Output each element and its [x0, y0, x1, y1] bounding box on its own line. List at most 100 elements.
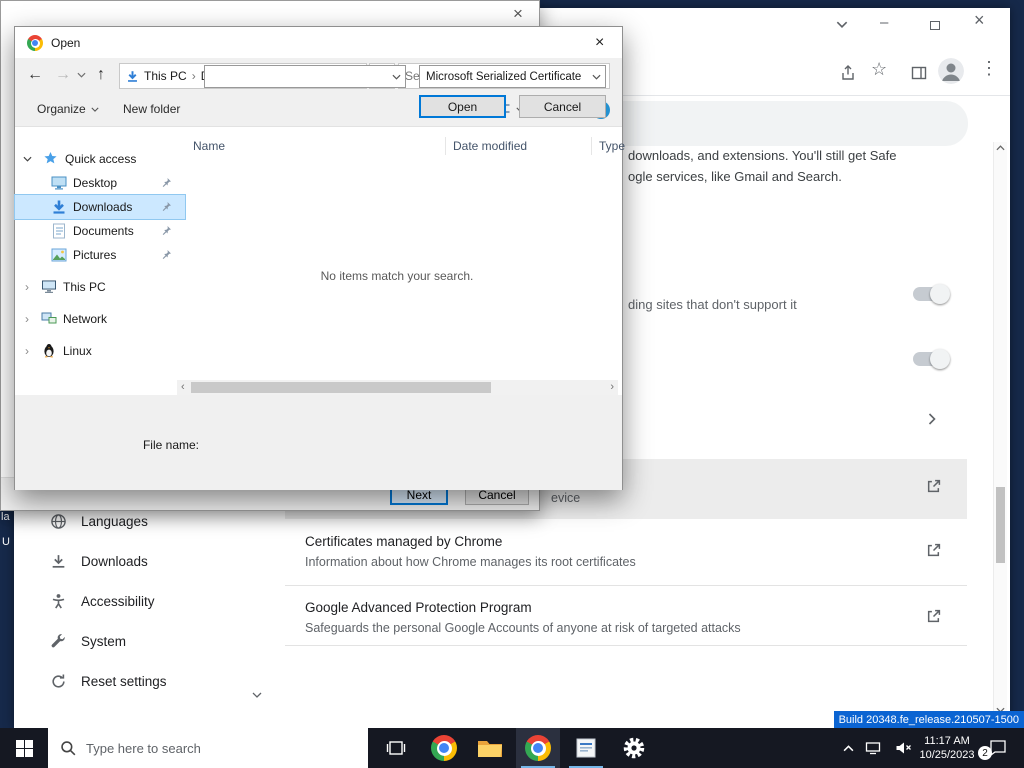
sidebar-label: Pictures [73, 248, 117, 262]
collapse-chevron-icon[interactable] [23, 156, 32, 162]
menu-label: Downloads [81, 553, 148, 569]
new-folder-button[interactable]: New folder [123, 102, 180, 116]
reset-icon [50, 673, 67, 690]
expand-chevron-icon[interactable]: › [25, 280, 29, 294]
tray-volume-muted-icon[interactable] [890, 728, 916, 768]
task-view-button[interactable] [374, 728, 418, 768]
start-button[interactable] [0, 728, 48, 768]
menu-label: Accessibility [81, 593, 155, 609]
external-link-icon [926, 543, 941, 558]
side-panel-icon[interactable] [911, 65, 927, 81]
settings-menu-system[interactable]: System [14, 621, 283, 661]
breadcrumb-root[interactable]: This PC [144, 69, 187, 83]
tray-show-hidden-icons-chevron[interactable] [838, 728, 858, 768]
expand-row-chevron-icon[interactable] [928, 413, 936, 425]
page-scrollbar[interactable] [993, 142, 1007, 716]
dialog-footer [15, 395, 622, 490]
profile-avatar[interactable] [938, 58, 964, 84]
taskbar-file-explorer-icon[interactable] [468, 728, 512, 768]
recent-locations-chevron-icon[interactable] [77, 72, 86, 78]
back-button[interactable]: ← [27, 66, 43, 84]
sidebar-item-downloads[interactable]: Downloads [14, 194, 186, 220]
file-type-value: Microsoft Serialized Certificate [426, 70, 582, 83]
file-type-dropdown[interactable]: Microsoft Serialized Certificate [419, 65, 606, 88]
row-title: Google Advanced Protection Program [305, 600, 532, 615]
settings-menu-accessibility[interactable]: Accessibility [14, 581, 283, 621]
sidebar-item-network[interactable]: › Network [15, 307, 185, 331]
sidebar-label: Network [63, 312, 108, 326]
minimize-button[interactable]: – [880, 15, 888, 31]
browser-menu-kebab-icon[interactable]: ⋮ [980, 58, 998, 79]
tray-network-icon[interactable] [860, 728, 886, 768]
column-divider[interactable] [591, 137, 592, 155]
taskbar-clock[interactable]: 11:17 AM 10/25/2023 [914, 734, 980, 762]
close-button[interactable]: × [974, 11, 985, 29]
forward-button[interactable]: → [55, 66, 71, 84]
desktop-text-fragment: la [1, 511, 10, 523]
clock-date: 10/25/2023 [919, 749, 975, 761]
open-button[interactable]: Open [419, 95, 506, 118]
tab-search-chevron-icon[interactable] [836, 21, 848, 28]
taskbar-settings-gear-icon[interactable] [612, 728, 656, 768]
sidebar-item-linux[interactable]: › Linux [15, 339, 185, 363]
cancel-button[interactable]: Cancel [519, 95, 606, 118]
row-subtitle: Safeguards the personal Google Accounts … [305, 621, 741, 635]
taskbar-chrome-active-icon[interactable] [516, 728, 560, 768]
settings-menu-reset[interactable]: Reset settings [14, 661, 283, 701]
sidebar-item-this-pc[interactable]: › This PC [15, 275, 185, 299]
quick-access-star-icon [43, 151, 58, 166]
search-icon [60, 740, 76, 756]
column-header-name[interactable]: Name [193, 139, 225, 153]
toggle-switch[interactable] [913, 349, 950, 369]
column-divider[interactable] [445, 137, 446, 155]
close-button[interactable]: × [595, 34, 604, 52]
close-button[interactable]: × [513, 4, 523, 24]
taskbar-chrome-icon[interactable] [422, 728, 466, 768]
maximize-button[interactable] [930, 21, 940, 30]
pin-icon [161, 249, 172, 260]
new-folder-label: New folder [123, 102, 181, 116]
sidebar-quick-access[interactable]: Quick access [15, 147, 185, 171]
scroll-right-arrow[interactable]: › [610, 381, 614, 393]
dropdown-chevron-icon [592, 74, 601, 80]
column-header-date-modified[interactable]: Date modified [453, 139, 527, 153]
downloads-folder-icon [51, 199, 67, 215]
expand-chevron-icon[interactable]: › [25, 344, 29, 358]
this-pc-icon [41, 279, 57, 294]
share-icon[interactable] [840, 65, 856, 81]
sidebar-item-desktop[interactable]: Desktop [15, 171, 185, 195]
column-header-type[interactable]: Type [599, 139, 625, 153]
scrollbar-thumb[interactable] [191, 382, 491, 393]
file-name-input[interactable] [209, 67, 389, 86]
network-icon [41, 311, 57, 325]
combobox-chevron-icon[interactable] [392, 74, 401, 80]
up-button[interactable]: ↑ [97, 66, 105, 84]
taskbar-wizard-app-icon[interactable] [564, 728, 608, 768]
scroll-left-arrow[interactable]: ‹ [181, 381, 185, 393]
toggle-switch[interactable] [913, 284, 950, 304]
file-name-combobox[interactable] [204, 65, 406, 88]
menu-scroll-down-icon[interactable] [252, 692, 262, 698]
sidebar-label: This PC [63, 280, 106, 294]
sidebar-label: Quick access [65, 152, 137, 166]
device-certificates-text-fragment: evice [551, 491, 581, 505]
sidebar-item-documents[interactable]: Documents [15, 219, 185, 243]
desktop-text-fragment: U [2, 536, 10, 548]
notification-count-badge: 2 [978, 746, 992, 760]
linux-penguin-icon [43, 343, 55, 358]
expand-chevron-icon[interactable]: › [25, 312, 29, 326]
sidebar-item-pictures[interactable]: Pictures [15, 243, 185, 267]
bookmark-star-icon[interactable]: ☆ [871, 59, 887, 80]
wrench-icon [50, 633, 67, 650]
taskbar-search-box[interactable]: Type here to search [48, 728, 368, 768]
search-placeholder: Type here to search [86, 740, 201, 756]
settings-menu-downloads[interactable]: Downloads [14, 541, 283, 581]
build-watermark: Build 20348.fe_release.210507-1500 [833, 711, 1024, 728]
organize-button[interactable]: Organize [37, 102, 99, 116]
scrollbar-thumb[interactable] [996, 487, 1005, 563]
dialog-content: Quick access Desktop Downloads Documents… [14, 127, 625, 395]
dialog-titlebar[interactable]: Open × [15, 27, 622, 58]
row-title: Certificates managed by Chrome [305, 534, 503, 549]
horizontal-scrollbar[interactable]: ‹ › [177, 380, 618, 395]
organize-label: Organize [37, 102, 86, 116]
